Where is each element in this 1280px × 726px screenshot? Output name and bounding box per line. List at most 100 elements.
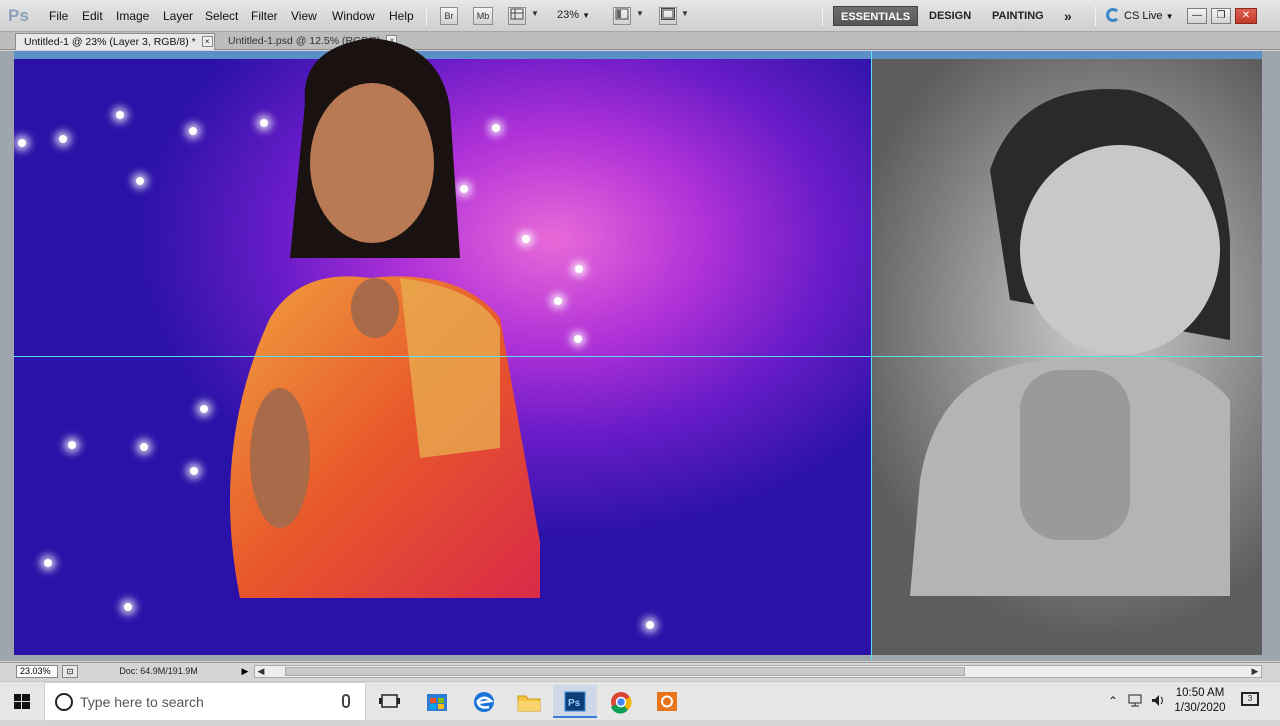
zoom-field[interactable]: 23.03%: [16, 665, 58, 678]
start-button[interactable]: [0, 682, 44, 721]
file-explorer-app[interactable]: [507, 685, 551, 718]
volume-icon[interactable]: [1151, 694, 1167, 710]
sparkle: [646, 621, 654, 629]
windows-logo-icon: [14, 694, 30, 709]
cs-live-icon: [1106, 8, 1120, 22]
sparkle: [190, 467, 198, 475]
sparkle: [116, 111, 124, 119]
photoshop-logo: Ps: [8, 6, 29, 25]
sparkle: [575, 265, 583, 273]
restore-button[interactable]: ❐: [1211, 8, 1231, 24]
more-workspaces-button[interactable]: »: [1057, 6, 1079, 26]
menu-view[interactable]: View: [291, 9, 317, 23]
workspace-essentials-button[interactable]: ESSENTIALS: [833, 6, 919, 26]
workspace-painting-button[interactable]: PAINTING: [985, 6, 1051, 26]
sparkle: [554, 297, 562, 305]
status-info-icon[interactable]: ⊡: [62, 665, 78, 678]
close-button[interactable]: ✕: [1235, 8, 1257, 24]
network-icon[interactable]: [1128, 694, 1144, 710]
chevron-down-icon: ▼: [582, 11, 591, 20]
vertical-guide[interactable]: [871, 51, 872, 661]
task-view-button[interactable]: [368, 685, 412, 718]
task-view-icon: [379, 694, 400, 708]
network-icon: [1128, 694, 1142, 707]
menu-image[interactable]: Image: [116, 9, 149, 23]
mini-bridge-button[interactable]: Mb: [473, 7, 493, 25]
sparkle: [59, 135, 67, 143]
grayscale-portrait-girl: [910, 89, 1230, 596]
orange-app[interactable]: [645, 685, 689, 718]
chevron-down-icon: ▼: [1165, 12, 1174, 21]
zoom-level-dropdown[interactable]: 23% ▼: [557, 9, 590, 21]
view-extras-button[interactable]: [508, 7, 526, 25]
sparkle: [44, 559, 52, 567]
folder-icon: [517, 695, 541, 712]
scrollbar-thumb[interactable]: [285, 667, 965, 676]
menu-edit[interactable]: Edit: [82, 9, 103, 23]
microsoft-store-app[interactable]: [415, 685, 459, 718]
grid-icon: [510, 8, 524, 20]
clock-time: 10:50 AM: [1175, 687, 1225, 699]
scroll-right-icon[interactable]: ▶: [1249, 666, 1261, 677]
taskbar-search-box[interactable]: Type here to search: [44, 682, 366, 721]
clock-date: 1/30/2020: [1174, 702, 1226, 714]
cs-live-button[interactable]: CS Live ▼: [1106, 8, 1174, 22]
menu-help[interactable]: Help: [389, 9, 414, 23]
separator: [1095, 6, 1096, 26]
chevron-down-icon[interactable]: ▼: [636, 9, 644, 18]
scroll-left-icon[interactable]: ◀: [255, 666, 267, 677]
tab-untitled-1-active[interactable]: Untitled-1 @ 23% (Layer 3, RGB/8) * ×: [15, 33, 215, 50]
system-clock[interactable]: 10:50 AM 1/30/2020: [1166, 686, 1234, 716]
status-menu-arrow-icon[interactable]: ▶: [238, 665, 252, 678]
cs-live-label: CS Live: [1124, 10, 1163, 22]
svg-text:Ps: Ps: [568, 698, 581, 709]
menu-filter[interactable]: Filter: [251, 9, 278, 23]
sparkle: [189, 127, 197, 135]
search-placeholder: Type here to search: [80, 694, 204, 710]
bridge-button[interactable]: Br: [440, 7, 458, 25]
photoshop-window: Ps File Edit Image Layer Select Filter V…: [0, 0, 1280, 721]
speaker-icon: [1152, 695, 1163, 706]
action-center-notification-icon[interactable]: 3: [1241, 692, 1259, 706]
windows-taskbar: Type here to search Ps ⌃ 10:50 AM 1/30/2…: [0, 681, 1280, 721]
sparkle: [574, 335, 582, 343]
microphone-icon[interactable]: [342, 694, 350, 708]
menu-window[interactable]: Window: [332, 9, 375, 23]
sparkle: [124, 603, 132, 611]
sparkle: [68, 441, 76, 449]
chevron-down-icon[interactable]: ▼: [531, 9, 539, 18]
sparkle: [136, 177, 144, 185]
menu-select[interactable]: Select: [205, 9, 238, 23]
chevron-down-icon[interactable]: ▼: [681, 9, 689, 18]
document-size-info: Doc: 64.9M/191.9M: [119, 666, 198, 676]
zoom-level-value: 23%: [557, 9, 580, 21]
sparkle: [140, 443, 148, 451]
store-icon: [427, 694, 447, 711]
status-bar: 23.03% ⊡ Doc: 64.9M/191.9M ▶ ◀ ▶: [0, 662, 1280, 680]
menu-file[interactable]: File: [49, 9, 68, 23]
horizontal-guide[interactable]: [14, 356, 1262, 357]
minimize-button[interactable]: —: [1187, 8, 1207, 24]
portrait-girl-in-saree-layer: [230, 38, 540, 598]
tab-label: Untitled-1 @ 23% (Layer 3, RGB/8) *: [24, 36, 196, 48]
screen-mode-icon: [661, 8, 675, 20]
menu-layer[interactable]: Layer: [163, 9, 193, 23]
chrome-icon: [611, 692, 632, 714]
separator: [426, 6, 427, 26]
workspace-design-button[interactable]: DESIGN: [922, 6, 978, 26]
separator: [822, 6, 823, 26]
horizontal-scrollbar[interactable]: ◀ ▶: [254, 665, 1262, 678]
edge-icon: [474, 692, 494, 712]
edge-browser-app[interactable]: [462, 685, 506, 718]
cortana-icon: [55, 693, 73, 711]
app-icon: [657, 692, 677, 711]
photoshop-app[interactable]: Ps: [553, 685, 597, 718]
screen-mode-button[interactable]: [659, 7, 677, 25]
menu-bar: Ps File Edit Image Layer Select Filter V…: [0, 0, 1280, 32]
arrange-documents-button[interactable]: [613, 7, 631, 25]
show-hidden-icons-chevron-up-icon[interactable]: ⌃: [1108, 694, 1118, 708]
chrome-browser-app[interactable]: [599, 685, 643, 718]
arrange-icon: [615, 8, 629, 20]
sparkle: [18, 139, 26, 147]
photoshop-icon: Ps: [564, 691, 586, 712]
